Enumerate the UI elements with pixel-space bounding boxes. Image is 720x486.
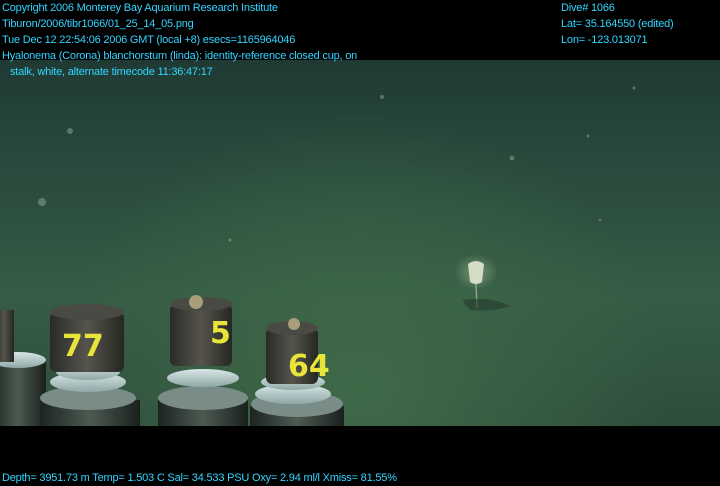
marine-snow-particles: [38, 86, 636, 242]
copyright-text: Copyright 2006 Monterey Bay Aquarium Res…: [2, 2, 278, 14]
timestamp-text: Tue Dec 12 22:54:06 2006 GMT (local +8) …: [2, 34, 296, 46]
seafloor-photo: 77 5 64: [0, 86, 636, 426]
video-frame: 77 5 64 Copyright 2006 Monterey Bay Aqua…: [0, 0, 720, 486]
header-right-overlay: Dive# 1066 Lat= 35.164550 (edited) Lon= …: [561, 0, 674, 48]
seafloor-scene: 77 5 64: [0, 60, 720, 426]
push-core-left-partial: [0, 310, 46, 426]
tube-label-77: 77: [62, 329, 104, 364]
tube-label-64: 64: [288, 349, 330, 384]
push-core-77: [40, 304, 140, 426]
longitude-text: Lon= -123.013071: [561, 34, 648, 46]
annotation-line-2: stalk, white, alternate timecode 11:36:4…: [10, 66, 213, 78]
push-core-5: [158, 295, 248, 426]
dive-number-text: Dive# 1066: [561, 2, 615, 14]
sponge-specimen: [454, 254, 510, 311]
latitude-text: Lat= 35.164550 (edited): [561, 18, 674, 30]
telemetry-readout: Depth= 3951.73 m Temp= 1.503 C Sal= 34.5…: [2, 472, 397, 484]
file-path-text: Tiburon/2006/tibr1066/01_25_14_05.png: [2, 18, 194, 30]
header-left-overlay: Copyright 2006 Monterey Bay Aquarium Res…: [2, 0, 357, 80]
annotation-line-1: Hyalonema (Corona) blanchorstum (linda):…: [2, 50, 358, 62]
tube-label-5: 5: [210, 316, 231, 351]
push-core-tubes: 77 5 64: [0, 295, 344, 426]
